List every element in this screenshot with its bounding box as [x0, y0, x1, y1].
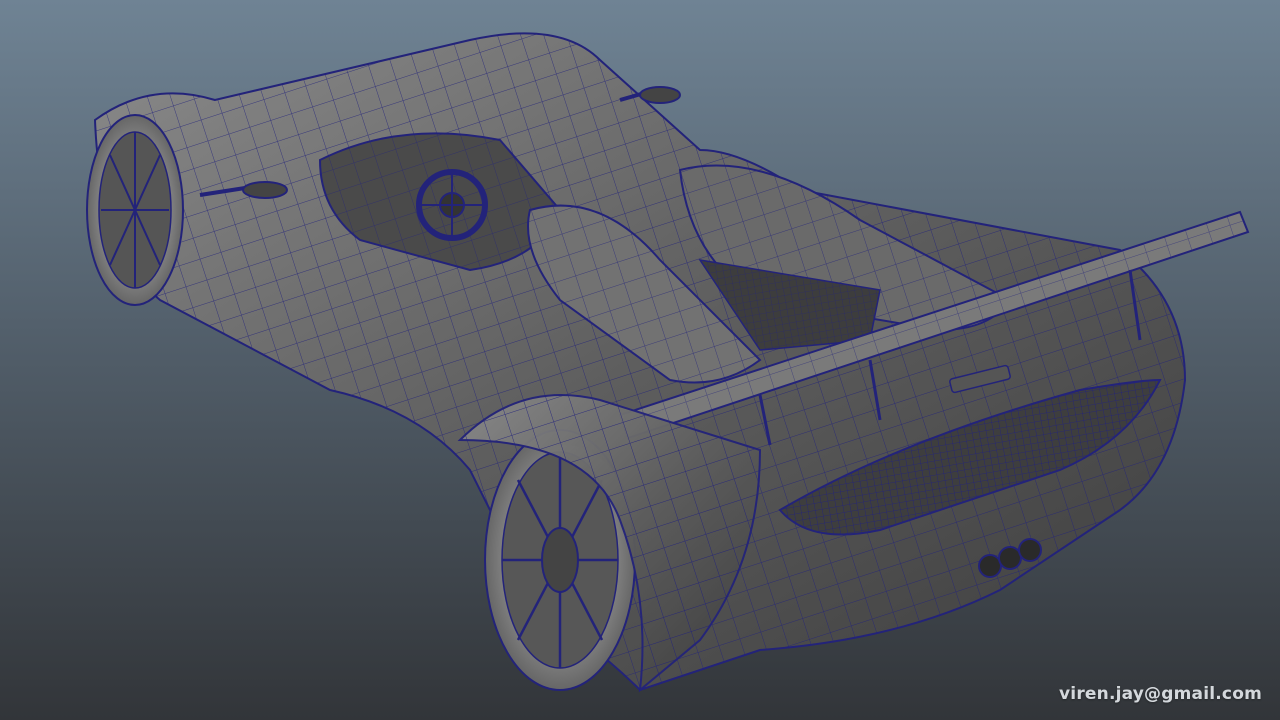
- watermark-email: viren.jay@gmail.com: [1059, 684, 1262, 704]
- steering-wheel: [416, 169, 488, 241]
- front-wheel: [86, 114, 184, 306]
- car-model: [86, 32, 1250, 693]
- 3d-viewport[interactable]: [0, 0, 1280, 720]
